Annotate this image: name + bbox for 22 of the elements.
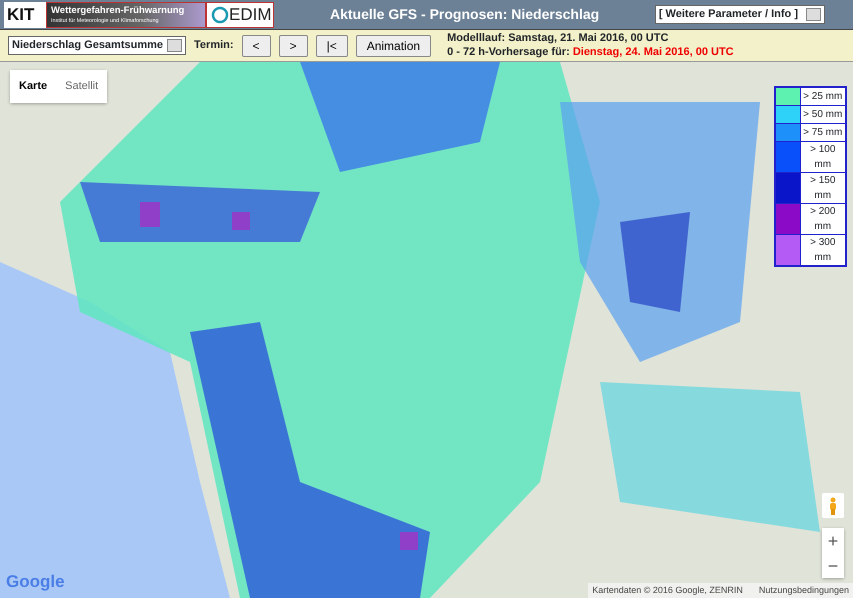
map-type-tab[interactable]: Satellit xyxy=(56,70,108,102)
info-dropdown[interactable]: [ Weitere Parameter / Info ] xyxy=(654,5,825,24)
termin-label: Termin: xyxy=(194,38,234,54)
kit-logo: KIT xyxy=(4,2,46,28)
run-value: Samstag, 21. Mai 2016, 00 UTC xyxy=(508,32,668,44)
pegman-icon[interactable] xyxy=(822,493,844,518)
nav-button[interactable]: Animation xyxy=(356,34,432,56)
parameter-dropdown[interactable]: Niederschlag Gesamtsumme xyxy=(8,36,186,55)
zoom-in-button[interactable]: + xyxy=(822,528,844,553)
run-label: Modelllauf: xyxy=(447,32,506,44)
page-title: Aktuelle GFS - Prognosen: Niederschlag xyxy=(329,5,600,24)
nav-button[interactable]: > xyxy=(278,34,308,56)
cedim-logo: EDIM xyxy=(206,2,274,28)
forecast-label: 0 - 72 h-Vorhersage für: xyxy=(447,46,570,58)
map-type-tab[interactable]: Karte xyxy=(10,70,56,102)
forecast-value: Dienstag, 24. Mai 2016, 00 UTC xyxy=(572,46,734,58)
google-logo: Google xyxy=(6,570,65,593)
attribution-text: Kartendaten © 2016 Google, ZENRIN xyxy=(592,584,743,597)
terms-link[interactable]: Nutzungsbedingungen xyxy=(758,584,849,597)
nav-button[interactable]: |< xyxy=(316,34,348,56)
nav-button[interactable]: < xyxy=(242,34,271,56)
zoom-out-button[interactable]: − xyxy=(822,553,844,578)
